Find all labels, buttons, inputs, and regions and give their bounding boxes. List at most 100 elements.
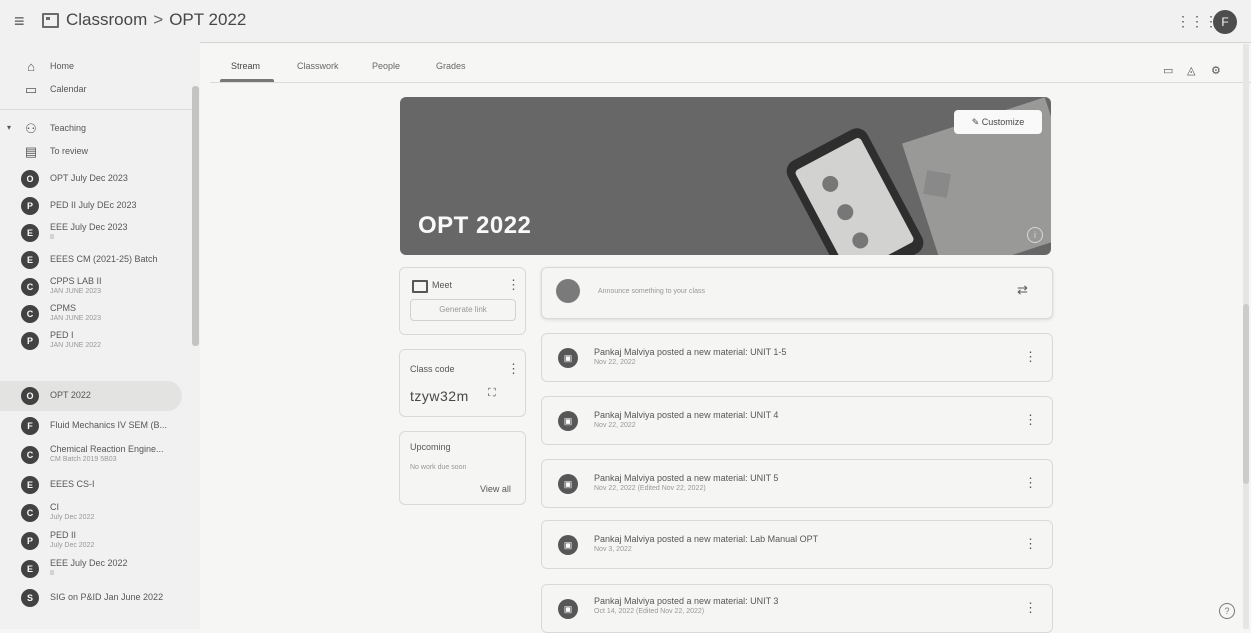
- apps-icon[interactable]: ⋮⋮⋮: [1176, 13, 1218, 30]
- active-tab-indicator: [220, 79, 274, 82]
- stream-post[interactable]: ▣ Pankaj Malviya posted a new material: …: [541, 520, 1053, 569]
- meet-card: Meet ⋮ Generate link: [399, 267, 526, 335]
- sidebar-class-item[interactable]: P PED II July Dec 2022: [0, 526, 195, 556]
- sidebar-class-item[interactable]: E EEES CM (2021-25) Batch: [0, 245, 195, 275]
- material-icon: ▣: [558, 599, 578, 619]
- tab-stream[interactable]: Stream: [231, 61, 260, 71]
- class-name: OPT July Dec 2023: [50, 173, 128, 183]
- view-all-link[interactable]: View all: [480, 484, 511, 494]
- more-options-icon[interactable]: ⋮: [1024, 349, 1037, 365]
- post-date: Nov 22, 2022 (Edited Nov 22, 2022): [594, 485, 706, 492]
- sidebar-class-item[interactable]: E EEE July Dec 2023 II: [0, 218, 195, 248]
- class-code-label: Class code: [410, 364, 455, 374]
- material-icon: ▣: [558, 348, 578, 368]
- customize-button[interactable]: ✎ Customize: [954, 110, 1042, 134]
- expand-caret-icon[interactable]: ▾: [7, 123, 11, 132]
- home-icon: ⌂: [27, 59, 35, 74]
- post-date: Oct 14, 2022 (Edited Nov 22, 2022): [594, 608, 705, 615]
- fullscreen-icon[interactable]: ⛶: [488, 387, 496, 400]
- class-initial-icon: E: [21, 251, 39, 269]
- post-title: Pankaj Malviya posted a new material: La…: [594, 534, 819, 544]
- tab-grades[interactable]: Grades: [436, 61, 466, 71]
- class-section: July Dec 2022: [50, 514, 95, 521]
- announce-placeholder[interactable]: Announce something to your class: [598, 288, 705, 295]
- material-icon: ▣: [558, 474, 578, 494]
- post-title: Pankaj Malviya posted a new material: UN…: [594, 347, 787, 357]
- settings-icon[interactable]: ⚙: [1211, 64, 1221, 77]
- sidebar-class-item[interactable]: C CPPS LAB II JAN JUNE 2023: [0, 272, 195, 302]
- class-initial-icon: C: [21, 305, 39, 323]
- breadcrumb: Classroom > OPT 2022: [66, 10, 246, 30]
- announce-box[interactable]: Announce something to your class ⇄: [541, 267, 1053, 319]
- class-section: II: [50, 570, 54, 577]
- tab-people[interactable]: People: [372, 61, 400, 71]
- main-scrollbar[interactable]: [1243, 44, 1249, 629]
- class-title: OPT 2022: [418, 212, 532, 239]
- sidebar-item-label: Teaching: [50, 123, 87, 133]
- meet-icon: [412, 280, 428, 293]
- more-options-icon[interactable]: ⋮: [507, 361, 520, 377]
- sidebar-class-item[interactable]: C CI July Dec 2022: [0, 498, 195, 528]
- main-scrollbar-thumb[interactable]: [1243, 304, 1249, 484]
- more-options-icon[interactable]: ⋮: [507, 277, 520, 293]
- help-icon[interactable]: ?: [1219, 603, 1235, 619]
- material-icon: ▣: [558, 411, 578, 431]
- sidebar-item-label: Home: [50, 61, 75, 71]
- class-name: EEE July Dec 2022: [50, 558, 128, 568]
- sidebar-item-label: Calendar: [50, 84, 87, 94]
- class-initial-icon: C: [21, 504, 39, 522]
- repost-icon[interactable]: ⇄: [1017, 282, 1028, 298]
- sidebar-class-item[interactable]: F Fluid Mechanics IV SEM (B...: [0, 411, 195, 441]
- sidebar-class-item[interactable]: P PED II July DEc 2023: [0, 191, 195, 221]
- info-icon[interactable]: i: [1027, 227, 1043, 243]
- post-date: Nov 22, 2022: [594, 422, 636, 429]
- sidebar-class-item[interactable]: C Chemical Reaction Engine... CM Batch 2…: [0, 440, 195, 470]
- more-options-icon[interactable]: ⋮: [1024, 412, 1037, 428]
- stream-post[interactable]: ▣ Pankaj Malviya posted a new material: …: [541, 584, 1053, 633]
- teaching-icon: ⚇: [25, 121, 37, 136]
- more-options-icon[interactable]: ⋮: [1024, 475, 1037, 491]
- sidebar-class-item[interactable]: O OPT July Dec 2023: [0, 164, 195, 194]
- meet-label: Meet: [432, 280, 453, 290]
- menu-icon[interactable]: ≡: [14, 11, 25, 32]
- class-banner: OPT 2022 ✎ Customize i: [400, 97, 1051, 255]
- tab-classwork[interactable]: Classwork: [297, 61, 339, 71]
- sidebar-class-item[interactable]: E EEES CS-I: [0, 470, 195, 500]
- breadcrumb-app[interactable]: Classroom: [66, 10, 147, 29]
- stream-post[interactable]: ▣ Pankaj Malviya posted a new material: …: [541, 333, 1053, 382]
- sidebar-scrollbar[interactable]: [192, 86, 199, 346]
- class-name: PED I: [50, 330, 74, 340]
- sidebar-item-calendar[interactable]: ▭ Calendar: [0, 75, 195, 105]
- sidebar-class-item-active[interactable]: O OPT 2022: [0, 381, 182, 411]
- sidebar-class-item[interactable]: S SIG on P&ID Jan June 2022: [0, 583, 195, 613]
- class-name: Fluid Mechanics IV SEM (B...: [50, 420, 168, 430]
- account-avatar[interactable]: F: [1213, 10, 1237, 34]
- stream-post[interactable]: ▣ Pankaj Malviya posted a new material: …: [541, 396, 1053, 445]
- classroom-logo-icon[interactable]: [42, 13, 59, 28]
- class-name: OPT 2022: [50, 390, 91, 400]
- sidebar-class-item[interactable]: P PED I JAN JUNE 2022: [0, 326, 195, 356]
- class-name: PED II: [50, 530, 77, 540]
- class-initial-icon: F: [21, 417, 39, 435]
- breadcrumb-separator: >: [153, 10, 164, 29]
- material-icon: ▣: [558, 535, 578, 555]
- sidebar-item-to-review[interactable]: ▤ To review: [0, 137, 195, 167]
- class-initial-icon: E: [21, 224, 39, 242]
- class-name: CPMS: [50, 303, 77, 313]
- stream-post[interactable]: ▣ Pankaj Malviya posted a new material: …: [541, 459, 1053, 508]
- sidebar-class-item[interactable]: E EEE July Dec 2022 II: [0, 554, 195, 584]
- upcoming-card: Upcoming No work due soon View all: [399, 431, 526, 505]
- class-name: EEES CM (2021-25) Batch: [50, 254, 158, 264]
- calendar-icon[interactable]: ▭: [1163, 64, 1173, 77]
- more-options-icon[interactable]: ⋮: [1024, 536, 1037, 552]
- user-avatar: [556, 279, 580, 303]
- generate-link-button[interactable]: Generate link: [410, 299, 516, 321]
- class-initial-icon: E: [21, 476, 39, 494]
- breadcrumb-class[interactable]: OPT 2022: [169, 10, 246, 29]
- more-options-icon[interactable]: ⋮: [1024, 600, 1037, 616]
- post-title: Pankaj Malviya posted a new material: UN…: [594, 596, 779, 606]
- class-initial-icon: O: [21, 170, 39, 188]
- class-initial-icon: C: [21, 446, 39, 464]
- sidebar-class-item[interactable]: C CPMS JAN JUNE 2023: [0, 299, 195, 329]
- drive-icon[interactable]: ◬: [1187, 64, 1195, 77]
